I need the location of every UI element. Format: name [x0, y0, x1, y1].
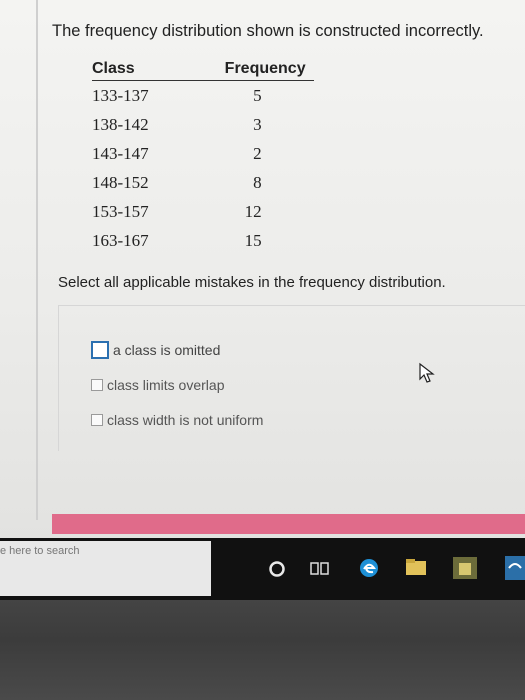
class-cell: 138-142: [92, 114, 149, 134]
class-cell: 163-167: [92, 230, 149, 250]
header-frequency: Frequency: [148, 60, 314, 81]
table-row: 148-152 8: [92, 168, 314, 197]
mouse-cursor-icon: [419, 362, 435, 383]
class-cell: 143-147: [92, 143, 149, 163]
header-class: Class: [92, 60, 149, 81]
frequency-table: Class Frequency 133-137 5 138-142 3 143-…: [92, 60, 314, 255]
class-cell: 148-152: [92, 172, 149, 192]
frequency-cell: 3: [253, 114, 262, 134]
option-class-limits-overlap[interactable]: class limits overlap: [91, 377, 224, 393]
table-row: 153-157 12: [92, 197, 314, 226]
option-label: class width is not uniform: [107, 412, 264, 428]
option-label: class limits overlap: [107, 377, 225, 393]
frequency-cell: 15: [244, 230, 262, 250]
frequency-cell: 5: [253, 85, 262, 105]
cortana-circle-icon[interactable]: [268, 560, 286, 578]
instruction-text: Select all applicable mistakes in the fr…: [58, 274, 446, 291]
store-icon[interactable]: [452, 556, 478, 580]
question-text: The frequency distribution shown is cons…: [52, 22, 484, 40]
frequency-cell: 8: [253, 172, 262, 192]
table-row: 143-147 2: [92, 139, 314, 168]
checkbox-class-limits-overlap[interactable]: [91, 379, 103, 391]
class-cell: 133-137: [92, 85, 149, 105]
app-icon[interactable]: [505, 556, 525, 580]
checkbox-class-omitted[interactable]: [91, 341, 109, 359]
edge-icon[interactable]: [358, 557, 380, 579]
search-placeholder: e here to search: [0, 545, 80, 557]
option-class-omitted[interactable]: a class is omitted: [91, 341, 220, 359]
frequency-cell: 12: [244, 201, 262, 221]
laptop-bezel: [0, 600, 525, 700]
class-cell: 153-157: [92, 201, 149, 221]
accent-bar: [52, 514, 525, 534]
content-left-border: [36, 0, 38, 520]
option-label: a class is omitted: [113, 342, 221, 358]
table-row: 138-142 3: [92, 110, 314, 139]
task-view-icon[interactable]: [310, 560, 330, 578]
file-explorer-icon[interactable]: [405, 557, 427, 577]
table-row: 163-167 15: [92, 226, 314, 255]
checkbox-class-width-not-uniform[interactable]: [91, 414, 103, 426]
option-class-width-not-uniform[interactable]: class width is not uniform: [91, 412, 263, 428]
browser-page: The frequency distribution shown is cons…: [0, 0, 525, 545]
table-row: 133-137 5: [92, 81, 314, 111]
frequency-cell: 2: [253, 143, 262, 163]
